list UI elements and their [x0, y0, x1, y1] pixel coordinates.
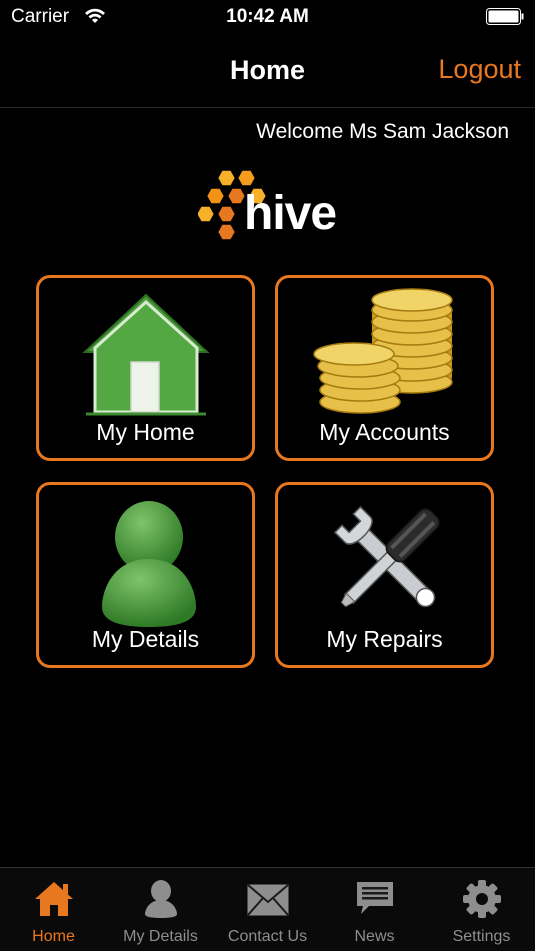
tab-home[interactable]: Home — [0, 868, 107, 951]
tile-label: My Details — [91, 626, 200, 652]
logout-button[interactable]: Logout — [438, 54, 521, 85]
house-icon — [82, 293, 210, 416]
tile-label: My Repairs — [326, 626, 443, 652]
tools-icon — [333, 505, 440, 608]
tab-label: News — [354, 928, 395, 945]
logo-text: hive — [244, 187, 337, 240]
my-repairs-tile[interactable]: My Repairs — [275, 482, 494, 668]
news-icon — [356, 882, 393, 914]
tab-bar: Home My Details Contact Us News Settings — [0, 867, 535, 951]
tile-label: My Accounts — [319, 419, 450, 445]
tile-label: My Home — [96, 419, 195, 445]
status-bar: Carrier 10:42 AM — [0, 0, 535, 34]
tab-news[interactable]: News — [321, 868, 428, 951]
battery-icon — [486, 8, 524, 25]
hive-logo: hive — [198, 166, 338, 246]
envelope-icon — [246, 884, 289, 916]
tab-settings[interactable]: Settings — [428, 868, 535, 951]
tab-label: Home — [32, 928, 75, 945]
my-details-tile[interactable]: My Details — [36, 482, 255, 668]
tab-label: Contact Us — [227, 928, 308, 945]
person-icon — [102, 501, 196, 627]
home-icon — [34, 882, 73, 916]
my-home-tile[interactable]: My Home — [36, 275, 255, 461]
gear-icon — [462, 880, 501, 918]
my-accounts-tile[interactable]: My Accounts — [275, 275, 494, 461]
coins-icon — [313, 288, 453, 414]
person-icon — [144, 880, 177, 918]
tab-contact-us[interactable]: Contact Us — [214, 868, 321, 951]
tab-my-details[interactable]: My Details — [107, 868, 214, 951]
navigation-bar: Home Logout — [0, 34, 535, 108]
tab-label: My Details — [123, 928, 198, 945]
welcome-message: Welcome Ms Sam Jackson — [256, 120, 509, 143]
tab-label: Settings — [452, 928, 511, 945]
status-time: 10:42 AM — [226, 6, 309, 27]
